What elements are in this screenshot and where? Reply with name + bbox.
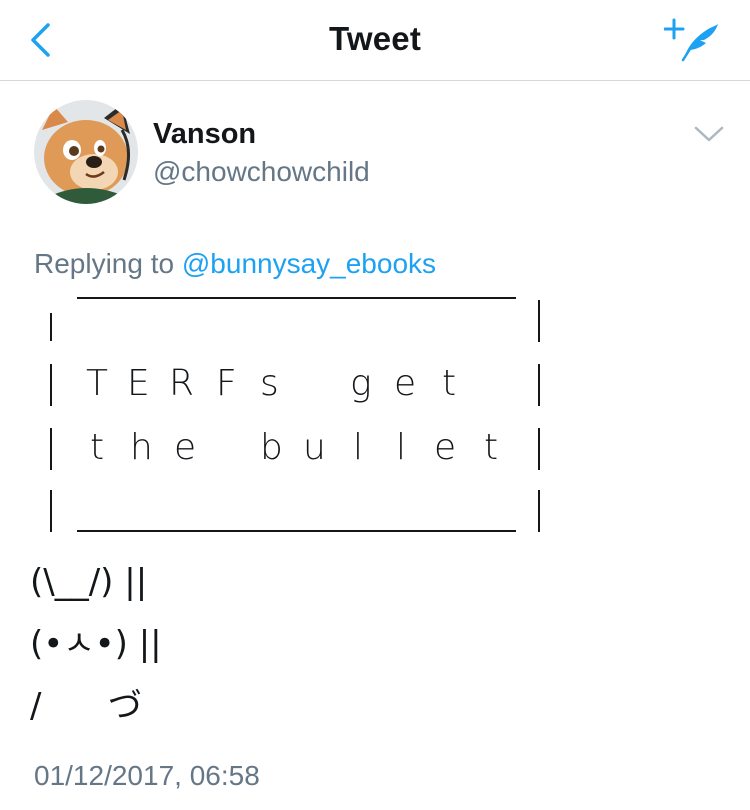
sign-letter: h (130, 427, 153, 468)
sign-letter: g (350, 363, 372, 404)
sign-letter: l (353, 427, 364, 468)
sign-letter: e (174, 427, 197, 468)
sign-right-border (538, 300, 540, 342)
sign-letter: l (396, 427, 407, 468)
sign-letter: T (86, 363, 108, 404)
bunny-art-line: (\__/) || (30, 562, 148, 602)
sign-right-border (538, 364, 540, 406)
sign-left-border (50, 428, 52, 470)
sign-left-border (50, 490, 52, 532)
sign-right-border (538, 428, 540, 470)
sign-letter: R (169, 363, 195, 404)
sign-bottom-border (77, 530, 516, 532)
sign-letter: b (260, 427, 283, 468)
sign-left-border (50, 313, 52, 341)
sign-right-border (538, 490, 540, 532)
sign-top-border (77, 297, 516, 299)
bunny-art-line: (•ㅅ•) || (30, 624, 162, 664)
tweet-timestamp: 01/12/2017, 06:58 (34, 760, 260, 791)
sign-letter: t (484, 427, 499, 468)
sign-letter: F (216, 363, 237, 404)
sign-letter: t (442, 363, 457, 404)
sign-letter: e (434, 427, 457, 468)
sign-letter: s (260, 363, 279, 404)
bunny-art-line: / づ (30, 686, 142, 726)
tweet-text: T E R F s g e t t h e b u l l e t (\__/)… (28, 0, 728, 810)
sign-letter: E (127, 363, 150, 404)
sign-letter: e (394, 363, 417, 404)
sign-letter: u (303, 427, 326, 468)
sign-letter: t (90, 427, 105, 468)
sign-left-border (50, 364, 52, 406)
